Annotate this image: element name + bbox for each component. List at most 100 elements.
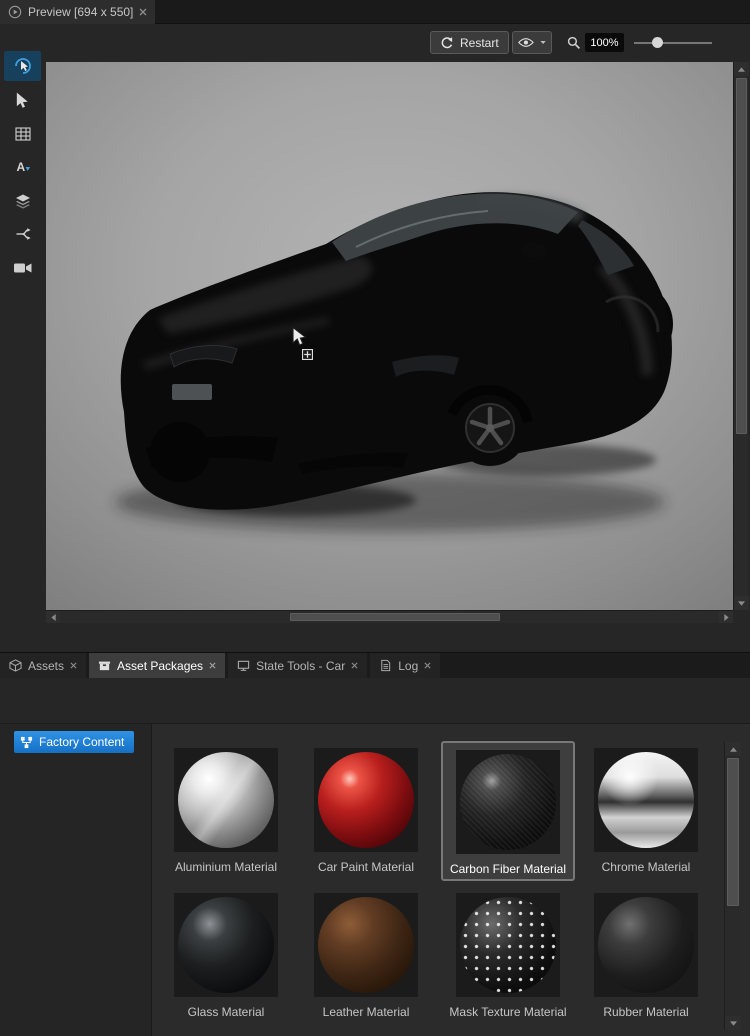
svg-text:A: A [16, 160, 25, 174]
scroll-thumb[interactable] [736, 78, 747, 434]
car-render [46, 62, 733, 610]
material-thumbnail [594, 893, 698, 997]
tab-assets[interactable]: Assets [0, 653, 87, 678]
drop-plus-cursor-icon [302, 349, 313, 360]
layers-tool-button[interactable] [4, 186, 41, 216]
text-tool-icon: A [16, 160, 30, 174]
zoom-magnifier-icon [567, 36, 580, 49]
material-label: Aluminium Material [174, 860, 278, 874]
material-thumbnail [594, 748, 698, 852]
table-icon [14, 127, 31, 141]
material-thumbnail [314, 748, 418, 852]
camera-tool-button[interactable] [4, 253, 41, 283]
restart-label: Restart [460, 35, 499, 50]
tab-preview[interactable]: Preview [694 x 550] [0, 0, 156, 24]
zoom-value[interactable]: 100% [585, 33, 624, 52]
car-paint-sphere-icon [318, 752, 414, 848]
rubber-sphere-icon [598, 897, 694, 993]
material-tile-glass[interactable]: Glass Material [159, 886, 293, 1026]
log-icon [381, 659, 391, 672]
scroll-right-arrow[interactable] [719, 611, 733, 623]
scroll-up-arrow[interactable] [734, 62, 749, 76]
material-thumbnail [456, 893, 560, 997]
render-viewport[interactable] [46, 62, 733, 610]
close-icon[interactable] [70, 662, 77, 669]
tab-log[interactable]: Log [370, 653, 441, 678]
material-tile-chrome[interactable]: Chrome Material [579, 741, 713, 881]
monitor-icon [237, 660, 250, 671]
material-label: Chrome Material [601, 860, 691, 874]
materials-scrollbar[interactable] [724, 742, 741, 1030]
package-icon [98, 661, 111, 671]
scroll-left-arrow[interactable] [46, 611, 60, 623]
material-label: Carbon Fiber Material [449, 862, 567, 876]
glass-sphere-icon [178, 897, 274, 993]
select-touch-tool-button[interactable] [4, 51, 41, 81]
play-circle-icon [8, 5, 22, 19]
camera-icon [13, 263, 31, 273]
material-thumbnail [174, 893, 278, 997]
scroll-thumb[interactable] [727, 758, 739, 906]
material-thumbnail [314, 893, 418, 997]
zoom-slider[interactable] [634, 42, 712, 44]
factory-content-icon [20, 736, 33, 748]
viewport-vertical-scrollbar[interactable] [733, 62, 749, 610]
tab-asset-packages[interactable]: Asset Packages [89, 653, 226, 678]
material-label: Car Paint Material [317, 860, 415, 874]
tab-state-tools-car[interactable]: State Tools - Car [228, 653, 368, 678]
eye-icon [518, 38, 534, 47]
mouse-cursor-icon [292, 326, 307, 346]
chrome-sphere-icon [598, 752, 694, 848]
application-window: Preview [694 x 550] A Restart 100% Asset… [0, 0, 750, 1036]
close-icon[interactable] [139, 8, 147, 16]
asset-source-sidebar [0, 724, 152, 1036]
material-label: Mask Texture Material [449, 1005, 567, 1019]
factory-content-label: Factory Content [39, 735, 125, 749]
assets-icon [9, 659, 22, 672]
material-tile-aluminium[interactable]: Aluminium Material [159, 741, 293, 881]
table-tool-button[interactable] [4, 119, 41, 149]
material-label: Leather Material [322, 1005, 410, 1019]
visibility-button[interactable] [512, 31, 552, 54]
tab-label: Assets [28, 658, 65, 673]
scroll-down-arrow[interactable] [734, 596, 749, 610]
pointer-icon [16, 92, 28, 108]
material-thumbnail [456, 750, 560, 854]
tab-label: Log [398, 658, 419, 673]
carbon-fiber-sphere-icon [460, 754, 556, 850]
material-tile-leather[interactable]: Leather Material [299, 886, 433, 1026]
scroll-thumb[interactable] [290, 613, 500, 621]
leather-sphere-icon [318, 897, 414, 993]
pointer-tool-button[interactable] [4, 85, 41, 115]
chevron-down-icon [540, 40, 546, 45]
variants-icon [16, 228, 31, 240]
close-icon[interactable] [351, 662, 358, 669]
close-icon[interactable] [424, 662, 431, 669]
scroll-up-arrow[interactable] [725, 742, 741, 756]
restart-icon [441, 36, 453, 48]
bottom-tab-bar: Assets Asset Packages State Tools - Car … [0, 652, 750, 678]
preview-tab-label: Preview [694 x 550] [28, 5, 134, 19]
asset-toolbar: Add Asset Source [0, 678, 750, 724]
layers-icon [15, 194, 30, 209]
left-toolbar: A [0, 24, 45, 648]
restart-button[interactable]: Restart [430, 31, 509, 54]
variants-tool-button[interactable] [4, 219, 41, 249]
zoom-slider-handle[interactable] [652, 37, 663, 48]
material-tile-mask-texture[interactable]: Mask Texture Material [441, 886, 575, 1026]
scroll-down-arrow[interactable] [725, 1016, 741, 1030]
select-touch-icon [14, 58, 31, 74]
material-label: Glass Material [187, 1005, 265, 1019]
material-thumbnail [174, 748, 278, 852]
material-tile-rubber[interactable]: Rubber Material [579, 886, 713, 1026]
text-tool-button[interactable]: A [4, 152, 41, 182]
top-tab-bar: Preview [694 x 550] [0, 0, 750, 24]
sidebar-item-factory-content[interactable]: Factory Content [14, 731, 135, 753]
close-icon[interactable] [209, 662, 216, 669]
material-tile-car-paint[interactable]: Car Paint Material [299, 741, 433, 881]
mask-texture-sphere-icon [460, 897, 556, 993]
material-tile-carbon-fiber[interactable]: Carbon Fiber Material [441, 741, 575, 881]
aluminium-sphere-icon [178, 752, 274, 848]
material-label: Rubber Material [603, 1005, 689, 1019]
viewport-horizontal-scrollbar[interactable] [46, 610, 733, 623]
